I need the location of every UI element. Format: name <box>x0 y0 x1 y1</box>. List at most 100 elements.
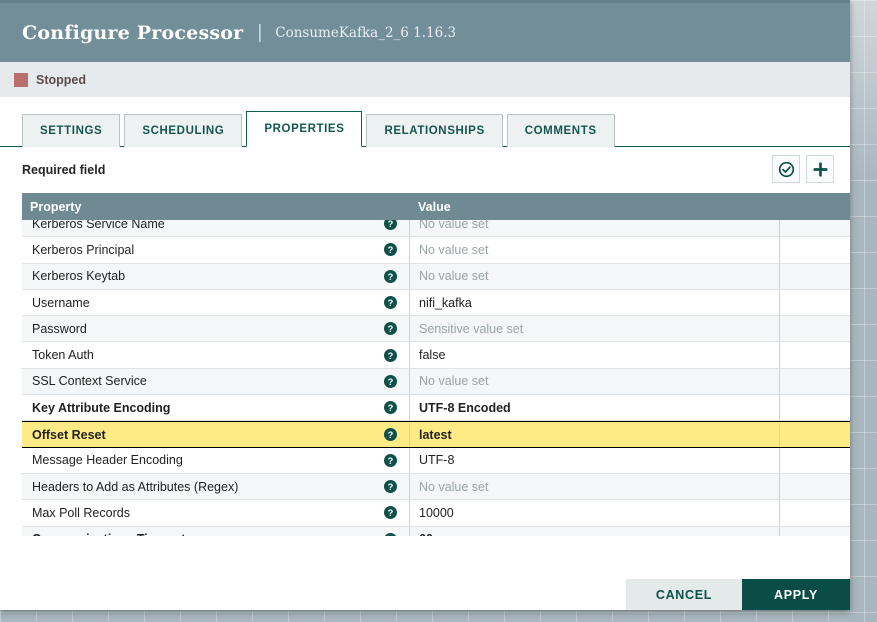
column-header-property[interactable]: Property <box>22 200 410 214</box>
add-property-button[interactable] <box>806 155 834 183</box>
apply-button[interactable]: APPLY <box>742 579 850 610</box>
table-row[interactable]: Message Header Encoding? UTF-8 <box>22 447 850 474</box>
property-value-cell[interactable]: Sensitive value set <box>410 316 780 342</box>
help-icon[interactable]: ? <box>384 374 397 388</box>
help-icon[interactable]: ? <box>384 428 397 442</box>
property-value-cell[interactable]: No value set <box>410 368 780 395</box>
property-actions-cell <box>780 500 850 525</box>
property-actions-cell <box>780 316 850 341</box>
table-header-row: Property Value <box>22 193 850 220</box>
svg-text:?: ? <box>388 430 394 440</box>
property-actions-cell <box>780 395 850 420</box>
property-name-cell[interactable]: Password? <box>22 316 410 342</box>
help-icon[interactable]: ? <box>384 506 397 520</box>
table-row[interactable]: Token Auth? false <box>22 342 850 369</box>
cancel-button[interactable]: CANCEL <box>626 579 742 610</box>
property-value-cell[interactable]: UTF-8 Encoded <box>410 395 780 421</box>
table-row[interactable]: Kerberos Principal? No value set <box>22 237 850 264</box>
property-name-label: Token Auth <box>32 348 94 363</box>
property-value-cell[interactable]: No value set <box>410 473 780 500</box>
status-bar: Stopped <box>0 62 850 97</box>
property-name-label: Message Header Encoding <box>32 453 183 468</box>
toolbar-actions <box>772 155 834 183</box>
table-row[interactable]: Communications Timeout?60 secs <box>22 526 850 536</box>
table-row[interactable]: Username? nifi_kafka <box>22 289 850 317</box>
property-actions-cell <box>780 342 850 367</box>
property-actions-cell <box>780 290 850 315</box>
table-body: Kerberos Service Name? No value set Kerber… <box>22 211 850 536</box>
tab-scheduling[interactable]: SCHEDULING <box>124 114 243 147</box>
property-name-cell[interactable]: Headers to Add as Attributes (Regex)? <box>22 473 410 500</box>
property-value-cell[interactable]: No value set <box>410 237 780 263</box>
help-icon[interactable]: ? <box>384 243 397 257</box>
tab-comments[interactable]: COMMENTS <box>506 114 615 147</box>
svg-text:?: ? <box>388 456 394 466</box>
property-actions-cell <box>780 474 850 499</box>
svg-text:?: ? <box>388 403 394 413</box>
configure-processor-dialog: Configure Processor | ConsumeKafka_2_6 1… <box>0 0 850 610</box>
table-row[interactable]: SSL Context Service? No value set <box>22 368 850 396</box>
tab-properties[interactable]: PROPERTIES <box>246 111 363 147</box>
property-name-cell[interactable]: Username? <box>22 289 410 316</box>
property-actions-cell <box>780 237 850 262</box>
help-icon[interactable]: ? <box>384 401 397 415</box>
help-icon[interactable]: ? <box>384 532 397 536</box>
table-row[interactable]: Headers to Add as Attributes (Regex)? No … <box>22 473 850 501</box>
property-value-cell[interactable]: false <box>410 342 780 368</box>
verify-properties-button[interactable] <box>772 155 800 183</box>
svg-text:?: ? <box>388 350 394 360</box>
table-row[interactable]: Max Poll Records? 10000 <box>22 500 850 527</box>
property-name-cell[interactable]: Message Header Encoding? <box>22 447 410 473</box>
tab-relationships[interactable]: RELATIONSHIPS <box>366 114 503 147</box>
required-field-label: Required field <box>22 163 106 177</box>
property-name-cell[interactable]: Key Attribute Encoding? <box>22 395 410 421</box>
property-name-label: Username <box>32 295 90 310</box>
help-icon[interactable]: ? <box>384 322 397 336</box>
property-name-cell[interactable]: Offset Reset? <box>22 422 410 447</box>
property-value-cell[interactable]: UTF-8 <box>410 447 780 473</box>
property-actions-cell <box>780 448 850 473</box>
help-icon[interactable]: ? <box>384 480 397 494</box>
check-circle-icon <box>778 161 795 178</box>
table-row[interactable]: Offset Reset? latest <box>22 421 850 448</box>
property-name-cell[interactable]: Max Poll Records? <box>22 500 410 526</box>
properties-table: Property Value Kerberos Service Name? No … <box>22 193 850 536</box>
help-icon[interactable]: ? <box>384 269 397 283</box>
svg-text:?: ? <box>388 272 394 282</box>
property-actions-cell <box>780 527 850 536</box>
svg-text:?: ? <box>388 482 394 492</box>
help-icon[interactable]: ? <box>384 348 397 362</box>
property-name-cell[interactable]: Communications Timeout? <box>22 526 410 536</box>
property-value-cell[interactable]: nifi_kafka <box>410 289 780 316</box>
help-icon[interactable]: ? <box>384 296 397 310</box>
page-title: Configure Processor <box>22 21 244 44</box>
status-indicator-icon <box>14 72 28 87</box>
property-value-cell[interactable]: No value set <box>410 263 780 289</box>
svg-text:?: ? <box>388 298 394 308</box>
title-separator: | <box>257 21 263 43</box>
property-name-label: Key Attribute Encoding <box>32 400 171 415</box>
property-actions-cell <box>780 422 850 446</box>
property-actions-cell <box>780 369 850 394</box>
svg-text:?: ? <box>388 219 394 229</box>
property-name-cell[interactable]: Kerberos Principal? <box>22 237 410 263</box>
table-row[interactable]: Password? Sensitive value set <box>22 316 850 343</box>
property-name-label: Kerberos Keytab <box>32 269 126 284</box>
property-name-label: Headers to Add as Attributes (Regex) <box>32 479 239 494</box>
property-name-label: Offset Reset <box>32 427 106 442</box>
property-value-cell[interactable]: 60 secs <box>410 526 780 536</box>
svg-text:?: ? <box>388 324 394 334</box>
column-header-value[interactable]: Value <box>410 200 780 214</box>
property-name-label: Max Poll Records <box>32 505 130 520</box>
svg-text:?: ? <box>388 508 394 518</box>
plus-icon <box>812 161 829 178</box>
property-value-cell[interactable]: 10000 <box>410 500 780 526</box>
property-name-cell[interactable]: Token Auth? <box>22 342 410 368</box>
tab-settings[interactable]: SETTINGS <box>22 114 121 147</box>
property-name-cell[interactable]: SSL Context Service? <box>22 368 410 395</box>
property-value-cell[interactable]: latest <box>410 422 780 447</box>
table-row[interactable]: Kerberos Keytab? No value set <box>22 263 850 290</box>
property-name-cell[interactable]: Kerberos Keytab? <box>22 263 410 289</box>
help-icon[interactable]: ? <box>384 453 397 467</box>
table-row[interactable]: Key Attribute Encoding? UTF-8 Encoded <box>22 395 850 422</box>
